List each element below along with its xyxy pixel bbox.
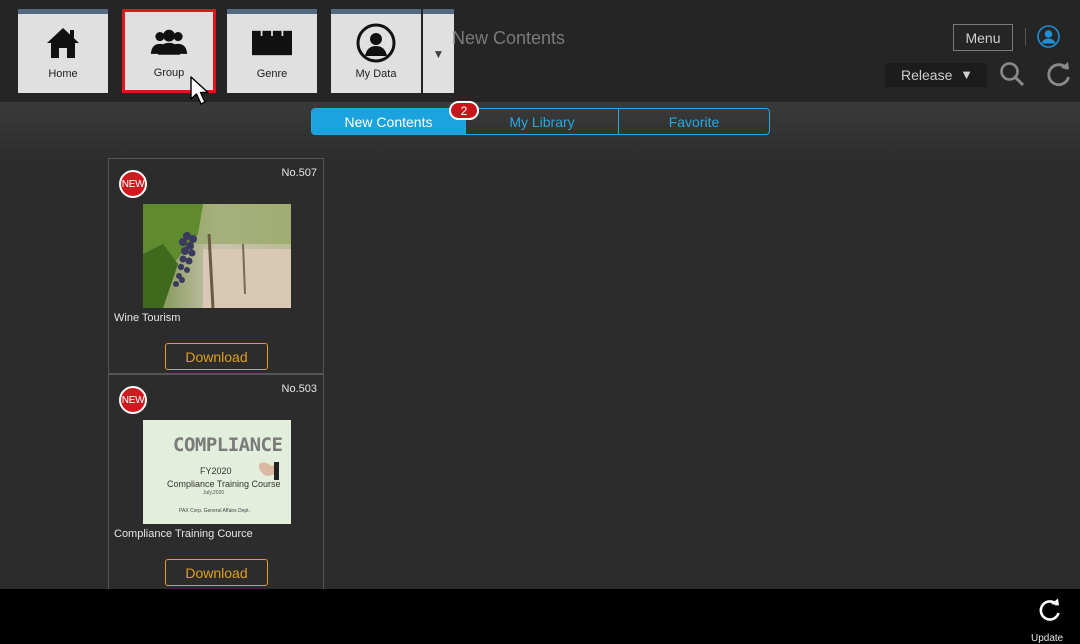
thumb-year: FY2020 <box>200 466 232 476</box>
toolbar-more-button[interactable]: ▼ <box>423 9 454 93</box>
mouse-cursor-icon <box>189 76 215 106</box>
tab-favorite[interactable]: Favorite <box>618 109 769 134</box>
content-number: No.507 <box>281 167 317 179</box>
compliance-course-image[interactable]: COMPLIANCE FY2020 Compliance Training Co… <box>143 420 291 524</box>
chevron-down-icon: ▼ <box>960 67 973 82</box>
content-tabs: New Contents My Library Favorite <box>311 108 770 135</box>
new-count-badge: 2 <box>449 101 479 120</box>
content-number: No.503 <box>281 383 317 395</box>
dropdown-arrow-icon: ▼ <box>432 46 445 61</box>
tab-new-contents[interactable]: New Contents <box>312 109 465 134</box>
home-icon <box>43 24 83 62</box>
header-divider <box>1025 28 1026 46</box>
content-title: Compliance Training Cource <box>114 528 253 540</box>
release-select-value: Release <box>901 67 953 83</box>
home-tile[interactable]: Home <box>18 9 108 93</box>
update-label[interactable]: Update <box>1031 633 1063 644</box>
thumb-course: Compliance Training Course <box>167 479 281 489</box>
thumb-heading: COMPLIANCE <box>173 434 283 456</box>
my-data-tile[interactable]: My Data <box>331 9 421 93</box>
thumb-footer: PAX Corp. General Affairs Dept. <box>179 508 250 514</box>
group-label: Group <box>153 67 185 79</box>
vineyard-grapes-image[interactable] <box>143 204 291 308</box>
new-badge: NEW <box>119 170 147 198</box>
bottom-app-bar <box>0 589 1080 644</box>
home-label: Home <box>48 68 78 80</box>
content-title: Wine Tourism <box>114 312 181 324</box>
new-badge: NEW <box>119 386 147 414</box>
tab-my-library[interactable]: My Library <box>465 109 618 134</box>
download-button[interactable]: Download <box>165 343 268 370</box>
genre-label: Genre <box>256 68 288 80</box>
page-title: New Contents <box>452 28 566 48</box>
my-data-label: My Data <box>355 68 397 80</box>
my-data-icon <box>356 23 396 63</box>
user-account-icon[interactable] <box>1037 25 1060 48</box>
search-icon[interactable] <box>999 61 1025 87</box>
genre-tile[interactable]: Genre <box>227 9 317 93</box>
content-card[interactable]: NEW No.507 Wine Tourism Download <box>108 158 324 374</box>
content-card[interactable]: NEW No.503 COMPLIANCE FY2020 Compliance … <box>108 374 324 590</box>
group-icon <box>149 23 189 61</box>
genre-icon <box>252 24 292 62</box>
refresh-icon[interactable] <box>1045 61 1072 88</box>
update-icon[interactable] <box>1037 598 1062 623</box>
menu-button[interactable]: Menu <box>953 24 1013 51</box>
download-button[interactable]: Download <box>165 559 268 586</box>
thumb-date: July,2020 <box>203 490 225 496</box>
release-select[interactable]: Release ▼ <box>885 63 987 87</box>
